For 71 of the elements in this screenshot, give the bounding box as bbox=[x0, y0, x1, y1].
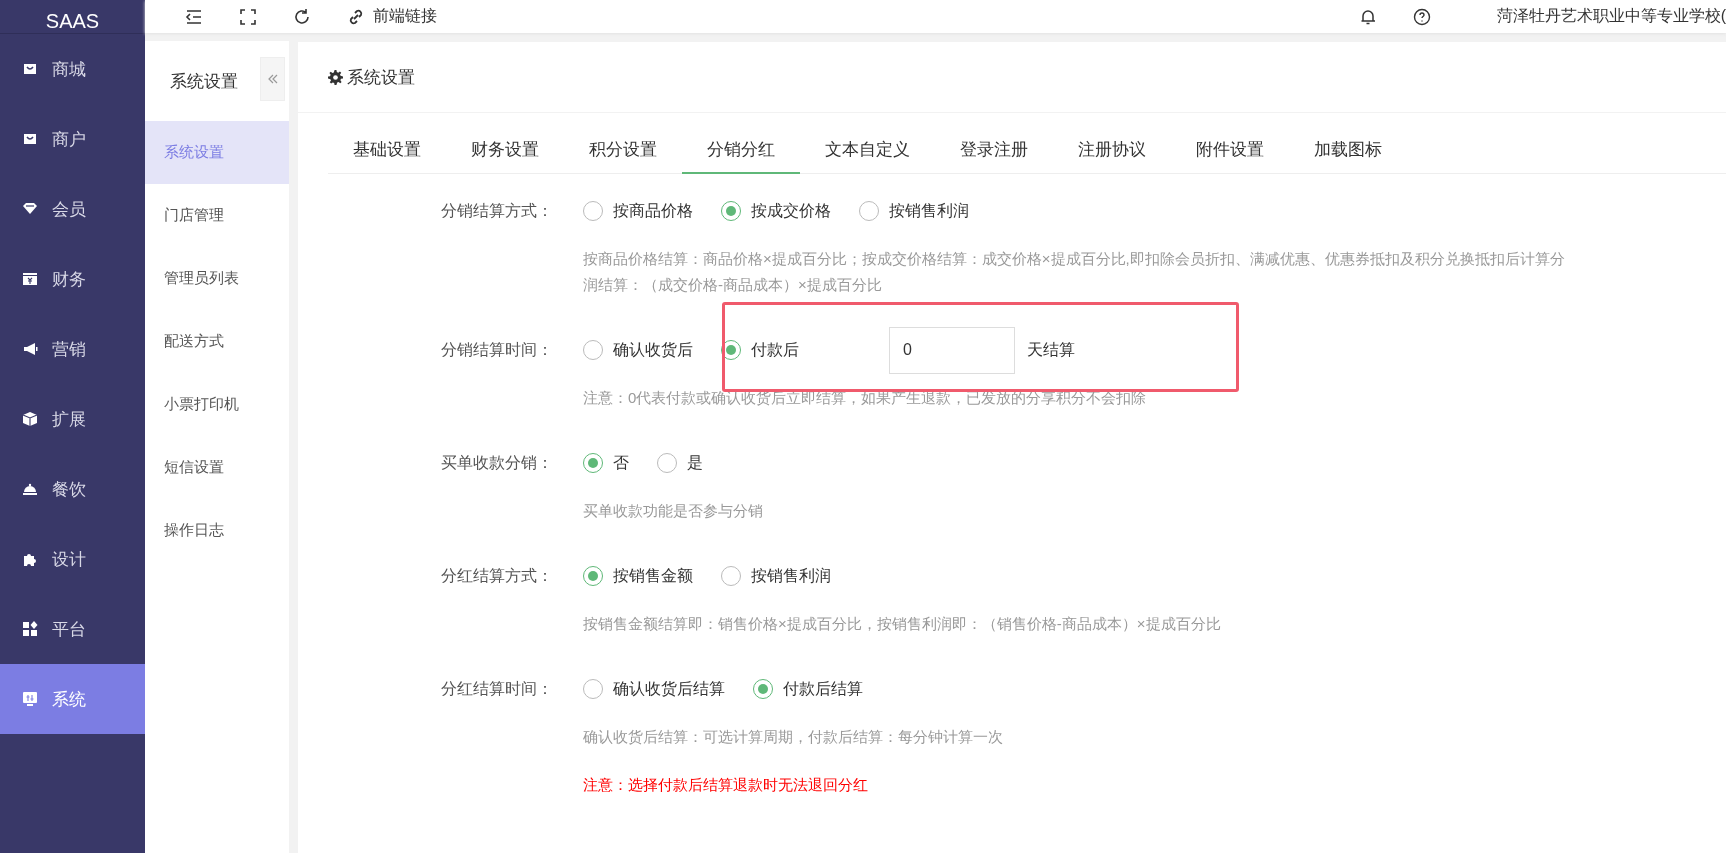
field-label: 分红结算时间： bbox=[440, 679, 553, 699]
radio-option[interactable]: 按商品价格 bbox=[583, 200, 693, 222]
radio-option[interactable]: 按销售金额 bbox=[583, 565, 693, 587]
bell-icon bbox=[22, 481, 38, 497]
hint-text: 确认收货后结算：可选计算周期，付款后结算：每分钟计算一次 bbox=[583, 727, 1004, 747]
settings-tab[interactable]: 附件设置 bbox=[1171, 126, 1289, 174]
submenu-item[interactable]: 操作日志 bbox=[145, 499, 289, 562]
double-chevron-icon bbox=[266, 73, 279, 85]
warning-note: 注意：选择付款后结算退款时无法退回分红 bbox=[583, 775, 869, 795]
fullscreen-icon[interactable] bbox=[239, 7, 257, 26]
user-name[interactable]: 菏泽牡丹艺术职业中等专业学校( bbox=[1496, 6, 1726, 27]
hint-text: 润结算：（成交价格-商品成本）×提成百分比 bbox=[583, 275, 883, 295]
field-label: 分销结算时间： bbox=[440, 340, 553, 360]
link-icon bbox=[347, 7, 365, 26]
nav-item[interactable]: 商户 bbox=[0, 104, 145, 174]
nav-item[interactable]: 会员 bbox=[0, 174, 145, 244]
monitor-icon bbox=[22, 691, 38, 707]
settings-tab[interactable]: 文本自定义 bbox=[800, 126, 935, 174]
settings-tab[interactable]: 加载图标 bbox=[1289, 126, 1407, 174]
nav-item[interactable]: 扩展 bbox=[0, 384, 145, 454]
nav-item[interactable]: 餐饮 bbox=[0, 454, 145, 524]
megaphone-icon bbox=[22, 341, 38, 357]
submenu-item[interactable]: 小票打印机 bbox=[145, 373, 289, 436]
settings-tab[interactable]: 财务设置 bbox=[446, 126, 564, 174]
radio-option[interactable]: 付款后 bbox=[721, 339, 799, 361]
submenu-item[interactable]: 短信设置 bbox=[145, 436, 289, 499]
radio-option[interactable]: 确认收货后结算 bbox=[583, 678, 725, 700]
submenu-item[interactable]: 管理员列表 bbox=[145, 247, 289, 310]
settings-tab[interactable]: 注册协议 bbox=[1053, 126, 1171, 174]
radio-option[interactable]: 付款后结算 bbox=[753, 678, 863, 700]
settings-tab[interactable]: 分销分红 bbox=[682, 126, 800, 174]
field-label: 买单收款分销： bbox=[440, 453, 553, 473]
hint-text: 按商品价格结算：商品价格×提成百分比；按成交价格结算：成交价格×提成百分比,即扣除会员折扣、满减优惠、优惠券抵扣及积分兑换抵扣后计算分 bbox=[583, 249, 1566, 269]
settings-tab[interactable]: 登录注册 bbox=[935, 126, 1053, 174]
refresh-icon[interactable] bbox=[293, 7, 311, 26]
submenu-item[interactable]: 门店管理 bbox=[145, 184, 289, 247]
grid-icon bbox=[22, 621, 38, 637]
radio-option[interactable]: 确认收货后 bbox=[583, 339, 693, 361]
nav-item[interactable]: 财务 bbox=[0, 244, 145, 314]
frontend-link[interactable]: 前端链接 bbox=[347, 6, 437, 27]
puzzle-icon bbox=[22, 551, 38, 567]
money-icon bbox=[22, 271, 38, 287]
nav-item[interactable]: 商城 bbox=[0, 34, 145, 104]
submenu-item[interactable]: 配送方式 bbox=[145, 310, 289, 373]
radio-option[interactable]: 否 bbox=[583, 452, 629, 474]
collapse-button[interactable] bbox=[260, 57, 285, 101]
radio-option[interactable]: 按销售利润 bbox=[859, 200, 969, 222]
hint-text: 按销售金额结算即：销售价格×提成百分比，按销售利润即：（销售价格-商品成本）×提成百分比 bbox=[583, 614, 1222, 634]
bag-icon bbox=[22, 61, 38, 77]
nav-item[interactable]: 设计 bbox=[0, 524, 145, 594]
cube-icon bbox=[22, 411, 38, 427]
submenu-title: 系统设置 bbox=[170, 70, 238, 93]
nav-item[interactable]: 营销 bbox=[0, 314, 145, 384]
menu-icon[interactable] bbox=[185, 7, 203, 26]
nav-item[interactable]: 系统 bbox=[0, 664, 145, 734]
field-label: 分销结算方式： bbox=[440, 201, 553, 221]
nav-item[interactable]: 平台 bbox=[0, 594, 145, 664]
field-label: 分红结算方式： bbox=[440, 566, 553, 586]
settings-tab[interactable]: 基础设置 bbox=[328, 126, 446, 174]
radio-option[interactable]: 是 bbox=[657, 452, 703, 474]
hint-text: 买单收款功能是否参与分销 bbox=[583, 501, 764, 521]
settings-tab[interactable]: 积分设置 bbox=[564, 126, 682, 174]
radio-option[interactable]: 按销售利润 bbox=[721, 565, 831, 587]
bag-icon bbox=[22, 131, 38, 147]
days-input-field[interactable]: 0 bbox=[889, 326, 1015, 374]
settings-icon bbox=[328, 69, 343, 85]
radio-option[interactable]: 按成交价格 bbox=[721, 200, 831, 222]
help-icon[interactable] bbox=[1412, 7, 1431, 26]
brand-logo-text: SAAS bbox=[45, 11, 100, 31]
input-suffix: 天结算 bbox=[1027, 339, 1075, 360]
panel-title: 系统设置 bbox=[347, 66, 415, 89]
